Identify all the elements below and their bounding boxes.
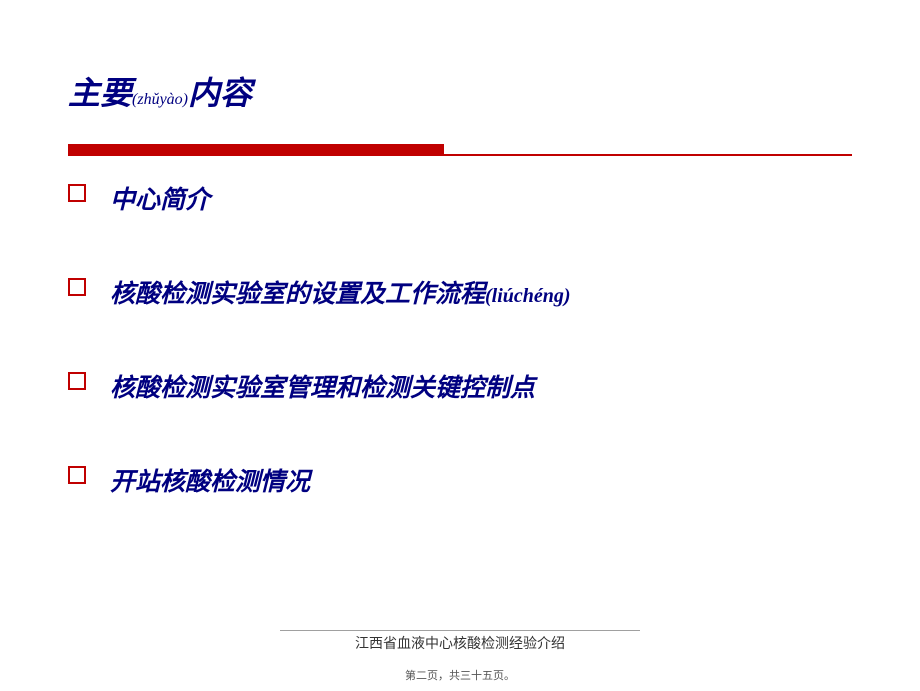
title-part1: 主要: [68, 75, 132, 111]
item-pinyin: (liúchéng): [485, 285, 571, 307]
divider-rule: [68, 144, 852, 158]
list-item: 开站核酸检测情况: [68, 462, 852, 498]
item-text-wrap: 核酸检测实验室的设置及工作流程(liúchéng): [110, 274, 571, 310]
list-item: 核酸检测实验室管理和检测关键控制点: [68, 368, 852, 404]
bullet-icon: [68, 372, 86, 390]
bullet-icon: [68, 184, 86, 202]
footer-title: 江西省血液中心核酸检测经验介绍: [0, 633, 920, 653]
item-text-wrap: 开站核酸检测情况: [110, 462, 310, 498]
rule-thin: [68, 154, 852, 156]
list-item: 中心简介: [68, 180, 852, 216]
bullet-icon: [68, 278, 86, 296]
item-text: 核酸检测实验室的设置及工作流程: [110, 281, 485, 308]
footer-page: 第二页，共三十五页。: [0, 667, 920, 683]
item-text-wrap: 中心简介: [110, 180, 210, 216]
item-text: 开站核酸检测情况: [110, 469, 310, 496]
slide: 主要(zhǔyào)内容 中心简介 核酸检测实验室的设置及工作流程(liúché…: [0, 0, 920, 691]
title-part2: 内容: [188, 75, 252, 111]
bullet-icon: [68, 466, 86, 484]
item-text: 中心简介: [110, 187, 210, 214]
item-text: 核酸检测实验室管理和检测关键控制点: [110, 375, 535, 402]
slide-title: 主要(zhǔyào)内容: [68, 68, 252, 114]
list-item: 核酸检测实验室的设置及工作流程(liúchéng): [68, 274, 852, 310]
item-text-wrap: 核酸检测实验室管理和检测关键控制点: [110, 368, 535, 404]
footer-divider: [280, 630, 640, 631]
content-list: 中心简介 核酸检测实验室的设置及工作流程(liúchéng) 核酸检测实验室管理…: [68, 180, 852, 556]
title-pinyin: (zhǔyào): [132, 91, 188, 108]
